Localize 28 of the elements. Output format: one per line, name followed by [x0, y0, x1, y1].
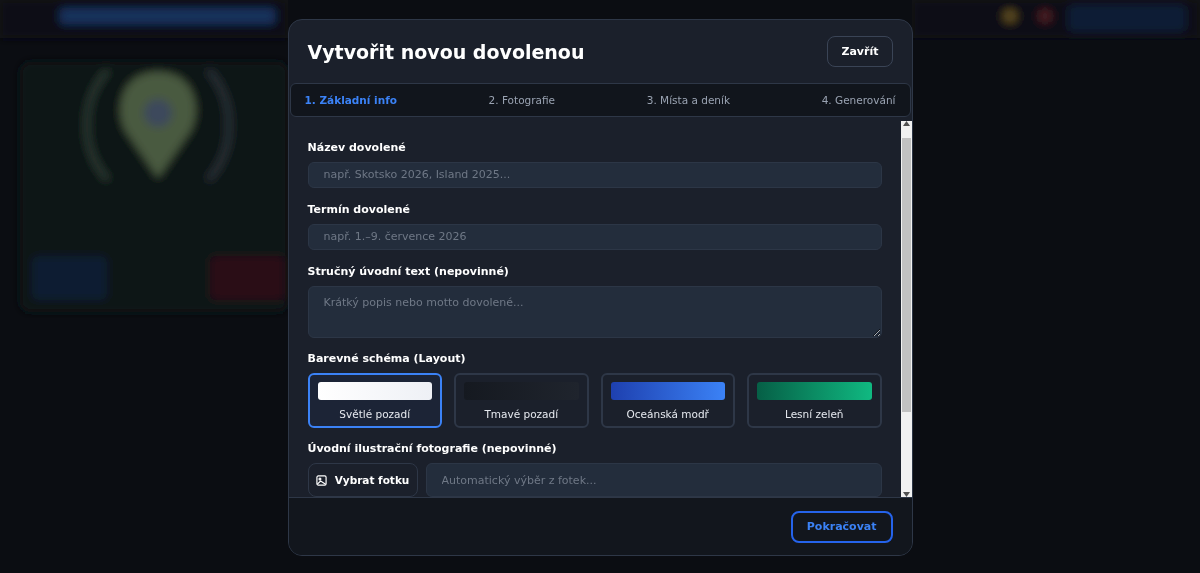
- option-label: Tmavé pozadí: [484, 407, 559, 420]
- field-label: Barevné schéma (Layout): [307, 352, 467, 365]
- image-icon: [315, 474, 327, 486]
- continue-button[interactable]: Pokračovat: [790, 510, 893, 543]
- field-label: Název dovolené: [307, 141, 407, 154]
- option-label: Lesní zeleň: [785, 407, 844, 420]
- field-label: Úvodní ilustrační fotografie (nepovinné): [307, 442, 558, 455]
- close-button[interactable]: Zavřít: [827, 36, 893, 67]
- dialog-title: Vytvořit novou dovolenou: [307, 40, 585, 63]
- scrollbar[interactable]: [900, 121, 912, 497]
- step-tab[interactable]: 1. Základní info: [304, 94, 397, 106]
- step-tab[interactable]: 4. Generování: [821, 94, 896, 106]
- field-label: Stručný úvodní text (nepovinné): [307, 264, 510, 278]
- field-label: Termín dovolené: [307, 202, 411, 216]
- scheme-option[interactable]: Světlé pozadí: [307, 373, 442, 428]
- scroll-up-icon[interactable]: [902, 121, 910, 126]
- photo-field[interactable]: Automatický výběr z fotek...: [425, 463, 882, 497]
- text-field[interactable]: např. 1.–9. července 2026: [307, 223, 882, 250]
- scheme-option[interactable]: Oceánská modř: [600, 373, 735, 428]
- option-label: Světlé pozadí: [339, 407, 411, 420]
- text-field[interactable]: např. Skotsko 2026, Island 2025...: [307, 162, 882, 188]
- description-field[interactable]: Krátký popis nebo motto dovolené...: [307, 285, 882, 338]
- option-label: Oceánská modř: [626, 407, 709, 420]
- step-tab[interactable]: 2. Fotografie: [488, 94, 556, 106]
- scheme-option[interactable]: Lesní zeleň: [747, 373, 882, 428]
- choose-photo-button[interactable]: Vybrat fotku: [307, 463, 418, 497]
- step-tab[interactable]: 3. Místa a deník: [646, 94, 730, 106]
- scheme-option[interactable]: Tmavé pozadí: [454, 373, 589, 428]
